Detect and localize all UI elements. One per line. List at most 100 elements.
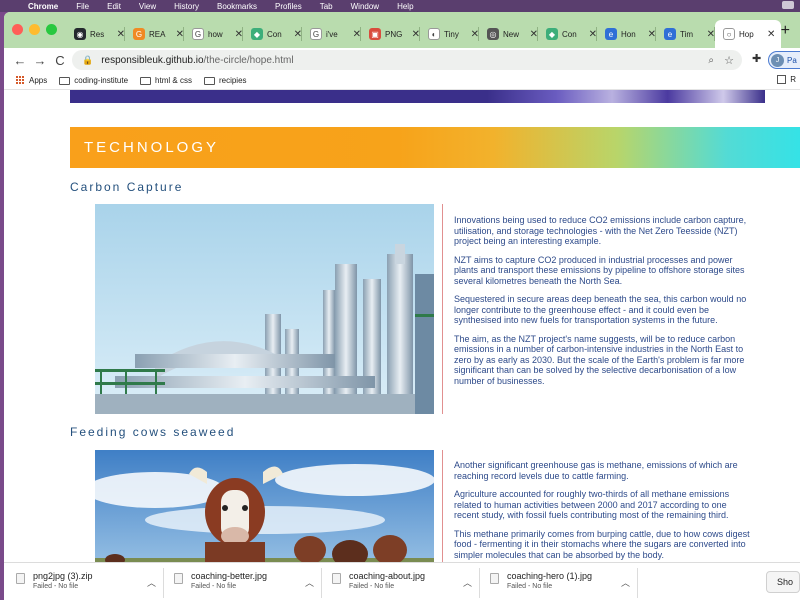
browser-tab[interactable]: G REA ✕ xyxy=(125,20,184,48)
browser-tab[interactable]: Gi've ✕ xyxy=(302,20,361,48)
close-tab-icon[interactable]: ✕ xyxy=(353,29,361,40)
menu-profiles[interactable]: Profiles xyxy=(275,2,302,11)
close-tab-icon[interactable]: ✕ xyxy=(471,29,479,40)
menu-file[interactable]: File xyxy=(76,2,89,11)
battery-icon[interactable] xyxy=(782,1,794,9)
chevron-up-icon[interactable]: ︿ xyxy=(305,576,314,589)
browser-toolbar: ← → C 🔒 responsibleuk.github.io/the-circ… xyxy=(4,48,800,72)
tab-label: Hop xyxy=(739,29,754,39)
tab-label: Res xyxy=(90,29,105,39)
download-filename: coaching-hero (1).jpg xyxy=(507,571,593,581)
browser-tab[interactable]: ▣ PNG ✕ xyxy=(361,20,420,48)
file-icon xyxy=(16,573,25,584)
feeding-cows-text: Another significant greenhouse gas is me… xyxy=(454,460,754,562)
bookmark-label: Apps xyxy=(29,76,48,85)
close-tab-icon[interactable]: ✕ xyxy=(176,29,184,40)
close-tab-icon[interactable]: ✕ xyxy=(589,29,597,40)
close-tab-icon[interactable]: ✕ xyxy=(235,29,243,40)
reload-button[interactable]: C xyxy=(50,53,70,68)
section-divider xyxy=(442,450,443,562)
bookmark-html-css[interactable]: html & css xyxy=(140,76,192,85)
address-bar[interactable]: 🔒 responsibleuk.github.io/the-circle/hop… xyxy=(72,50,742,70)
tab-label: i've xyxy=(326,29,338,39)
download-item[interactable]: coaching-about.jpg Failed - No file ︿ xyxy=(324,568,480,598)
paragraph: This methane primarily comes from burpin… xyxy=(454,528,750,560)
hero-image-bottom-strip xyxy=(70,90,765,103)
browser-tab[interactable]: ◉ Res ✕ xyxy=(66,20,125,48)
new-tab-button[interactable]: + xyxy=(781,22,790,40)
github-icon: ◉ xyxy=(74,28,86,40)
tab-label: Tim xyxy=(680,29,694,39)
paragraph: Agriculture accounted for roughly two-th… xyxy=(454,489,730,520)
apps-grid-icon xyxy=(16,76,25,85)
status-icons xyxy=(782,1,794,9)
browser-tab[interactable]: Ghow ✕ xyxy=(184,20,243,48)
cows-illustration xyxy=(95,450,434,562)
bookmark-coding-institute[interactable]: coding-institute xyxy=(59,76,128,85)
chevron-up-icon[interactable]: ︿ xyxy=(621,576,630,589)
browser-tab[interactable]: ○ Hop ✕ xyxy=(715,20,781,48)
close-tab-icon[interactable]: ✕ xyxy=(767,29,775,40)
extensions-puzzle-icon[interactable]: ✚ xyxy=(752,52,761,65)
browser-tab[interactable]: ◎ New ✕ xyxy=(479,20,538,48)
section-heading-carbon-capture: Carbon Capture xyxy=(70,180,184,194)
menu-tab[interactable]: Tab xyxy=(320,2,333,11)
url-host: responsibleuk.github.io xyxy=(101,54,204,66)
avatar: J xyxy=(771,53,784,67)
reading-list-button[interactable]: R xyxy=(777,75,796,84)
download-item[interactable]: coaching-hero (1).jpg Failed - No file ︿ xyxy=(482,568,638,598)
download-item[interactable]: coaching-better.jpg Failed - No file ︿ xyxy=(166,568,322,598)
menu-history[interactable]: History xyxy=(174,2,199,11)
profile-label: Pa xyxy=(787,55,797,65)
close-tab-icon[interactable]: ✕ xyxy=(294,29,302,40)
browser-tab[interactable]: e Tim ✕ xyxy=(656,20,715,48)
download-status: Failed - No file xyxy=(507,583,553,590)
file-icon xyxy=(332,573,341,584)
downloads-shelf: png2jpg (3).zip Failed - No file ︿ coach… xyxy=(4,562,800,600)
chevron-up-icon[interactable]: ︿ xyxy=(147,576,156,589)
bookmark-recipies[interactable]: recipies xyxy=(203,76,247,85)
paragraph: Another significant greenhouse gas is me… xyxy=(454,460,738,481)
menu-edit[interactable]: Edit xyxy=(107,2,121,11)
globe-icon: ○ xyxy=(723,28,735,40)
browser-tab[interactable]: ◐ Tiny ✕ xyxy=(420,20,479,48)
tab-label: Con xyxy=(267,29,282,39)
google-icon: G xyxy=(310,28,322,40)
close-tab-icon[interactable]: ✕ xyxy=(117,29,125,40)
profile-button[interactable]: J Pa xyxy=(768,51,800,69)
window-controls xyxy=(12,24,57,35)
reading-list-icon xyxy=(777,75,787,84)
close-tab-icon[interactable]: ✕ xyxy=(707,29,715,40)
forward-button[interactable]: → xyxy=(30,53,50,68)
tab-list: ◉ Res ✕ G REA ✕ Ghow ✕ ◆ Con ✕ Gi've ✕ ▣ PNG ✕ ◐ Tiny ✕ ◎ Ne… xyxy=(66,20,781,48)
browser-tab[interactable]: ◆ Con ✕ xyxy=(538,20,597,48)
close-tab-icon[interactable]: ✕ xyxy=(648,29,656,40)
menu-app-name[interactable]: Chrome xyxy=(28,2,58,11)
maximize-window-button[interactable] xyxy=(46,24,57,35)
png-icon: ▣ xyxy=(369,28,381,40)
menu-bookmarks[interactable]: Bookmarks xyxy=(217,2,257,11)
bookmark-star-icon[interactable]: ☆ xyxy=(724,54,734,67)
chevron-up-icon[interactable]: ︿ xyxy=(463,576,472,589)
menu-help[interactable]: Help xyxy=(397,2,413,11)
bookmark-apps[interactable]: Apps xyxy=(16,76,47,85)
minimize-window-button[interactable] xyxy=(29,24,40,35)
technology-banner: TECHNOLOGY xyxy=(70,127,800,168)
menu-view[interactable]: View xyxy=(139,2,156,11)
zoom-icon[interactable]: ⌕ xyxy=(708,55,714,66)
close-window-button[interactable] xyxy=(12,24,23,35)
close-tab-icon[interactable]: ✕ xyxy=(412,29,420,40)
lock-icon[interactable]: 🔒 xyxy=(82,55,93,66)
download-filename: png2jpg (3).zip xyxy=(33,571,93,581)
leaf-icon: ◆ xyxy=(546,28,558,40)
browser-tab[interactable]: ◆ Con ✕ xyxy=(243,20,302,48)
back-button[interactable]: ← xyxy=(10,53,30,68)
download-item[interactable]: png2jpg (3).zip Failed - No file ︿ xyxy=(8,568,164,598)
bookmarks-bar: Apps coding-institute html & css recipie… xyxy=(4,72,800,90)
time-icon: e xyxy=(605,28,617,40)
browser-tab[interactable]: e Hon ✕ xyxy=(597,20,656,48)
show-all-button[interactable]: Sho xyxy=(766,571,800,593)
menu-window[interactable]: Window xyxy=(351,2,379,11)
close-tab-icon[interactable]: ✕ xyxy=(530,29,538,40)
folder-icon xyxy=(203,76,215,85)
